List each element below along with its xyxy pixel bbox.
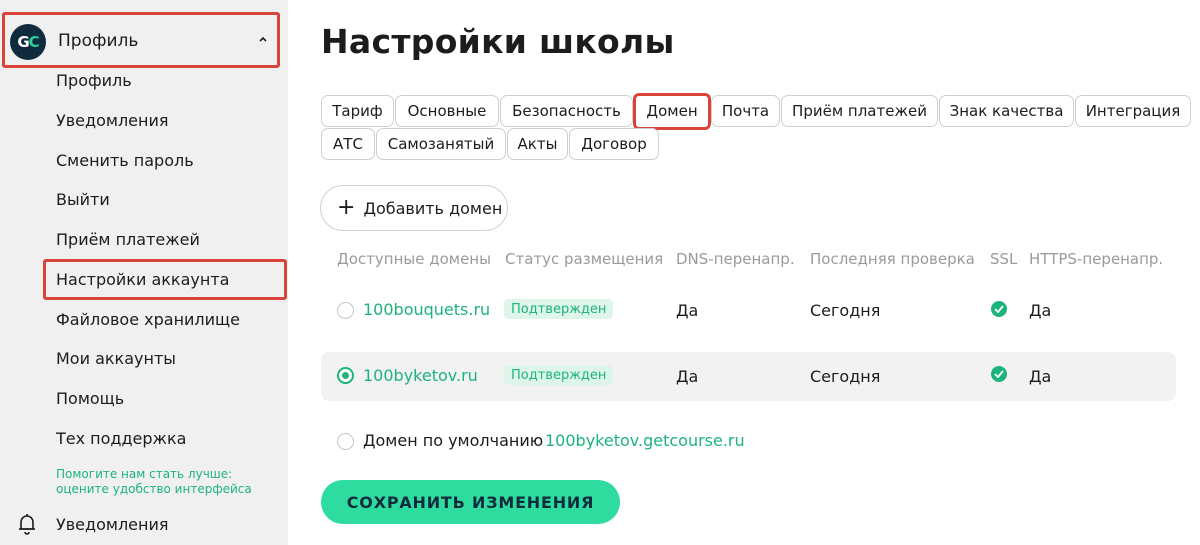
profile-header[interactable]: GC Профиль	[2, 12, 280, 68]
sidebar-item-change-password[interactable]: Сменить пароль	[56, 151, 194, 170]
sidebar-item-help[interactable]: Помощь	[56, 389, 124, 408]
default-domain-label: Домен по умолчанию	[363, 431, 544, 450]
tab-integration[interactable]: Интеграция	[1075, 95, 1191, 127]
https-value: Да	[1029, 301, 1052, 320]
sidebar-item-payments[interactable]: Приём платежей	[56, 230, 200, 249]
sidebar: GC Профиль Профиль Уведомления Сменить п…	[0, 0, 288, 545]
status-badge: Подтвержден	[504, 365, 614, 385]
plus-icon: +	[337, 195, 356, 220]
col-header-last-check: Последняя проверка	[810, 250, 975, 268]
status-badge: Подтвержден	[504, 299, 614, 319]
profile-title: Профиль	[58, 31, 139, 51]
https-value: Да	[1029, 367, 1052, 386]
sidebar-item-account-settings[interactable]: Настройки аккаунта	[56, 270, 229, 289]
sidebar-item-notifications[interactable]: Уведомления	[56, 111, 169, 130]
col-header-domains: Доступные домены	[337, 250, 491, 268]
col-header-dns: DNS-перенапр.	[676, 250, 795, 268]
tab-domain-highlight	[633, 93, 711, 130]
tab-self-employed[interactable]: Самозанятый	[376, 128, 506, 160]
ssl-check-icon	[991, 366, 1007, 382]
sidebar-item-logout[interactable]: Выйти	[56, 190, 110, 209]
col-header-https: HTTPS-перенапр.	[1029, 250, 1164, 268]
dns-value: Да	[676, 367, 699, 386]
tab-acts[interactable]: Акты	[507, 128, 568, 160]
sidebar-item-profile[interactable]: Профиль	[56, 71, 132, 90]
sidebar-item-my-accounts[interactable]: Мои аккаунты	[56, 349, 176, 368]
col-header-ssl: SSL	[990, 250, 1018, 268]
bell-icon[interactable]	[17, 513, 37, 535]
last-check-value: Сегодня	[810, 301, 881, 320]
tab-ats[interactable]: АТС	[321, 128, 375, 160]
tab-payments[interactable]: Приём платежей	[781, 95, 938, 127]
save-button[interactable]: СОХРАНИТЬ ИЗМЕНЕНИЯ	[321, 480, 620, 524]
domain-link[interactable]: 100bouquets.ru	[363, 300, 490, 319]
tab-tariff[interactable]: Тариф	[321, 95, 394, 127]
tab-general[interactable]: Основные	[395, 95, 499, 127]
sidebar-item-file-storage[interactable]: Файловое хранилище	[56, 310, 240, 329]
dns-value: Да	[676, 301, 699, 320]
ssl-check-icon	[991, 301, 1007, 317]
col-header-status: Статус размещения	[505, 250, 664, 268]
domain-link[interactable]: 100byketov.ru	[363, 366, 478, 385]
notifications-label[interactable]: Уведомления	[56, 515, 169, 534]
tab-quality-mark[interactable]: Знак качества	[939, 95, 1074, 127]
tab-security[interactable]: Безопасность	[500, 95, 633, 127]
default-domain-radio[interactable]	[337, 433, 354, 450]
feedback-link[interactable]: Помогите нам стать лучше: оцените удобст…	[56, 467, 276, 497]
last-check-value: Сегодня	[810, 367, 881, 386]
getcourse-logo: GC	[10, 24, 46, 60]
sidebar-item-tech-support[interactable]: Тех поддержка	[56, 429, 186, 448]
tab-contract[interactable]: Договор	[569, 128, 659, 160]
domain-radio-checked[interactable]	[337, 367, 354, 384]
page-title: Настройки школы	[321, 22, 675, 61]
domain-radio[interactable]	[337, 302, 354, 319]
default-domain-link[interactable]: 100byketov.getcourse.ru	[545, 431, 745, 450]
add-domain-button[interactable]: + Добавить домен	[320, 185, 508, 231]
tab-mail[interactable]: Почта	[711, 95, 780, 127]
chevron-up-icon[interactable]	[257, 33, 269, 45]
